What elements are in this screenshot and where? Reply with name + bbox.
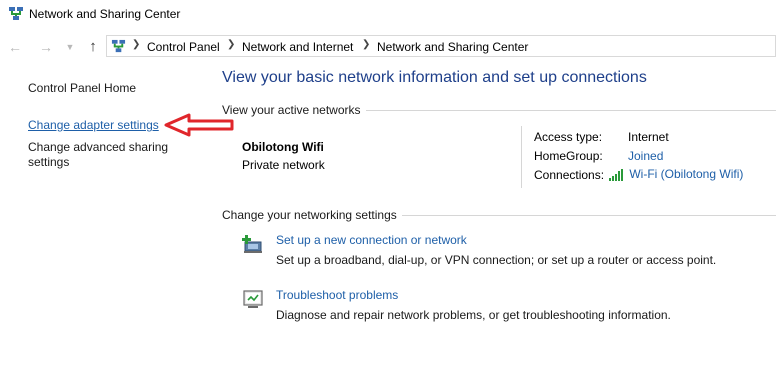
breadcrumb-network-and-sharing-center[interactable]: Network and Sharing Center bbox=[377, 40, 528, 54]
breadcrumb-separator-icon[interactable]: ❯ bbox=[362, 39, 370, 50]
network-icon bbox=[9, 7, 23, 20]
section-divider bbox=[366, 110, 776, 111]
troubleshoot-icon bbox=[243, 290, 263, 308]
change-advanced-sharing-settings-link[interactable]: Change advanced sharing settings bbox=[28, 140, 168, 170]
breadcrumb-separator-icon[interactable]: ❯ bbox=[227, 39, 235, 50]
section-divider bbox=[402, 215, 776, 216]
chevron-down-icon[interactable]: ▼ bbox=[61, 38, 79, 56]
connection-name[interactable]: Wi-Fi (Obilotong Wifi) bbox=[629, 167, 743, 181]
advanced-line-2: settings bbox=[28, 155, 70, 169]
setup-connection-description: Set up a broadband, dial-up, or VPN conn… bbox=[276, 253, 717, 267]
active-networks-heading: View your active networks bbox=[222, 103, 361, 117]
breadcrumb-separator-icon[interactable]: ❯ bbox=[132, 39, 140, 50]
advanced-line-1: Change advanced sharing bbox=[28, 140, 169, 154]
homegroup-label: HomeGroup: bbox=[534, 149, 603, 163]
network-icon bbox=[111, 39, 126, 53]
troubleshoot-link[interactable]: Troubleshoot problems bbox=[276, 288, 398, 302]
change-settings-heading: Change your networking settings bbox=[222, 208, 397, 222]
access-type-value: Internet bbox=[628, 130, 669, 144]
wifi-signal-icon bbox=[609, 168, 623, 181]
back-arrow-icon[interactable]: ← bbox=[6, 38, 24, 56]
breadcrumb-control-panel[interactable]: Control Panel bbox=[147, 40, 220, 54]
window-title: Network and Sharing Center bbox=[29, 7, 181, 21]
network-name: Obilotong Wifi bbox=[242, 140, 324, 154]
vertical-divider bbox=[521, 126, 522, 188]
page-title: View your basic network information and … bbox=[222, 69, 647, 86]
change-adapter-settings-link[interactable]: Change adapter settings bbox=[28, 118, 159, 132]
up-arrow-icon[interactable]: ↑ bbox=[84, 38, 102, 56]
new-connection-icon bbox=[242, 235, 262, 253]
breadcrumb-network-and-internet[interactable]: Network and Internet bbox=[242, 40, 353, 54]
forward-arrow-icon[interactable]: → bbox=[37, 38, 55, 56]
title-bar: Network and Sharing Center bbox=[0, 0, 779, 30]
access-type-label: Access type: bbox=[534, 130, 603, 144]
network-type[interactable]: Private network bbox=[242, 158, 325, 172]
setup-connection-link[interactable]: Set up a new connection or network bbox=[276, 233, 467, 247]
control-panel-home-link[interactable]: Control Panel Home bbox=[28, 81, 136, 95]
connections-label: Connections: bbox=[534, 168, 605, 182]
troubleshoot-description: Diagnose and repair network problems, or… bbox=[276, 308, 671, 322]
connection-link[interactable]: Wi-Fi (Obilotong Wifi) bbox=[608, 167, 743, 182]
address-bar[interactable]: ❯ Control Panel ❯ Network and Internet ❯… bbox=[106, 35, 776, 57]
homegroup-link[interactable]: Joined bbox=[628, 149, 663, 163]
